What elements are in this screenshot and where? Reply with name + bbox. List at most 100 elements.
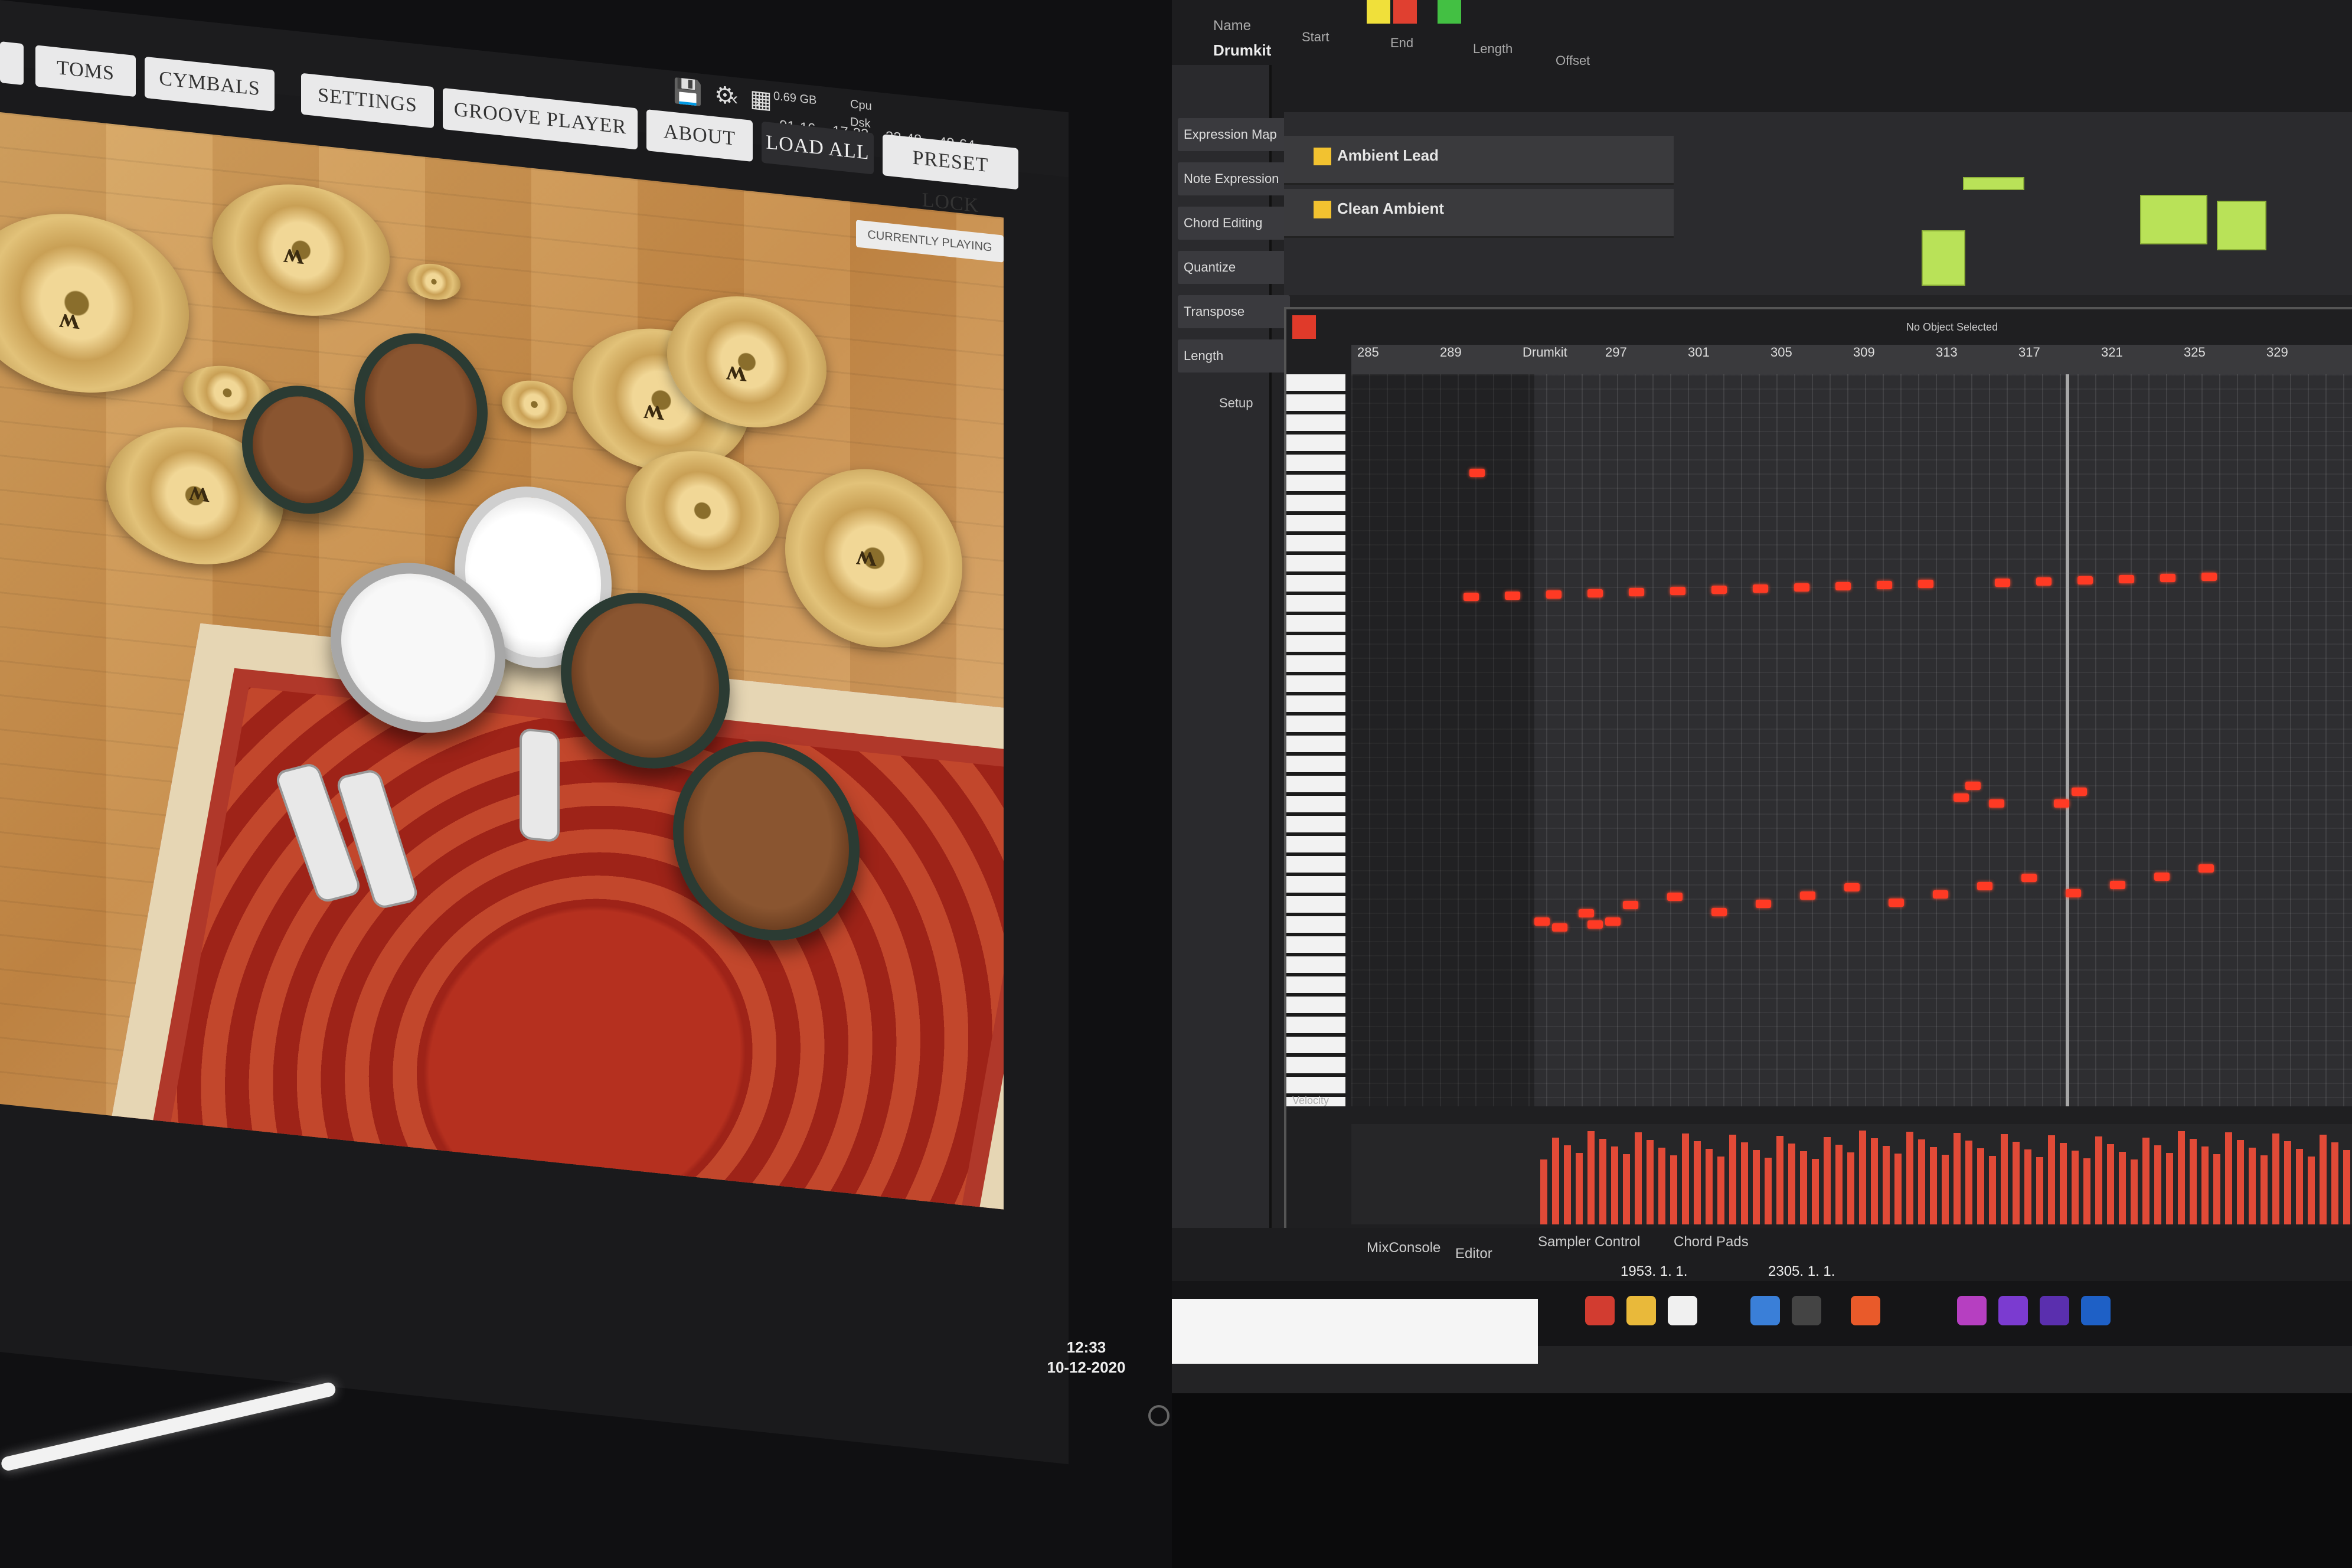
velocity-bar[interactable] xyxy=(2272,1133,2279,1224)
velocity-bar[interactable] xyxy=(1635,1132,1642,1224)
midi-note[interactable] xyxy=(2160,574,2175,582)
velocity-bar[interactable] xyxy=(1623,1154,1630,1224)
midi-note[interactable] xyxy=(1629,588,1644,596)
midi-note[interactable] xyxy=(1794,583,1809,592)
midi-note[interactable] xyxy=(1670,587,1685,595)
midi-note[interactable] xyxy=(1667,893,1683,901)
velocity-bar[interactable] xyxy=(1741,1142,1748,1224)
velocity-bar[interactable] xyxy=(1694,1141,1701,1224)
midi-note[interactable] xyxy=(2199,864,2214,873)
velocity-bar[interactable] xyxy=(2119,1152,2126,1224)
velocity-bar[interactable] xyxy=(1847,1152,1854,1224)
velocity-bar[interactable] xyxy=(1824,1137,1831,1224)
velocity-bar[interactable] xyxy=(2024,1149,2031,1224)
midi-note[interactable] xyxy=(1933,890,1948,899)
velocity-bar[interactable] xyxy=(1800,1151,1807,1224)
velocity-bar[interactable] xyxy=(1682,1133,1689,1224)
velocity-bar[interactable] xyxy=(2190,1139,2197,1224)
tab-partial[interactable] xyxy=(0,41,24,86)
page-prev-icon[interactable]: ‹ xyxy=(732,89,738,109)
velocity-bar[interactable] xyxy=(2320,1135,2327,1224)
velocity-bar[interactable] xyxy=(2154,1145,2161,1224)
velocity-bar[interactable] xyxy=(1965,1141,1972,1224)
rack-tom-1[interactable] xyxy=(354,326,488,486)
velocity-bar[interactable] xyxy=(2060,1143,2067,1224)
page-next-icon[interactable]: › xyxy=(756,92,762,112)
kick-pedal[interactable] xyxy=(520,727,560,843)
midi-part[interactable] xyxy=(1922,230,1965,286)
velocity-bar[interactable] xyxy=(2237,1140,2244,1224)
velocity-bar[interactable] xyxy=(2331,1142,2338,1224)
track-row[interactable]: Ambient Lead xyxy=(1284,136,1674,185)
app-icon[interactable] xyxy=(1792,1296,1821,1325)
midi-note[interactable] xyxy=(1954,793,1969,802)
velocity-bar[interactable] xyxy=(1883,1146,1890,1224)
velocity-bar[interactable] xyxy=(1611,1146,1618,1224)
velocity-bar[interactable] xyxy=(2142,1138,2150,1224)
midi-note[interactable] xyxy=(2119,575,2134,583)
midi-note[interactable] xyxy=(2077,576,2093,584)
velocity-bar[interactable] xyxy=(2296,1149,2303,1224)
velocity-bar[interactable] xyxy=(2166,1153,2173,1224)
midi-note[interactable] xyxy=(1889,899,1904,907)
power-button-icon[interactable] xyxy=(1148,1405,1170,1426)
midi-note[interactable] xyxy=(1505,592,1520,600)
velocity-bar[interactable] xyxy=(1753,1150,1760,1224)
velocity-bar[interactable] xyxy=(1918,1139,1925,1224)
tab-sampler-control[interactable]: Sampler Control xyxy=(1538,1234,1640,1250)
midi-note[interactable] xyxy=(1587,920,1603,929)
velocity-bar[interactable] xyxy=(1587,1131,1595,1224)
record-mode-button[interactable] xyxy=(1367,0,1390,24)
velocity-bar[interactable] xyxy=(1812,1159,1819,1224)
midi-note[interactable] xyxy=(1835,582,1851,590)
app-icon[interactable] xyxy=(2081,1296,2111,1325)
velocity-bar[interactable] xyxy=(2284,1141,2291,1224)
midi-note[interactable] xyxy=(1711,586,1727,594)
midi-note[interactable] xyxy=(1579,909,1594,917)
velocity-bar[interactable] xyxy=(2083,1158,2090,1224)
midi-note[interactable] xyxy=(2072,788,2087,796)
midi-note[interactable] xyxy=(1800,891,1815,900)
velocity-bar[interactable] xyxy=(1540,1159,1547,1224)
inspector-length[interactable]: Length xyxy=(1178,339,1290,373)
midi-note[interactable] xyxy=(2054,799,2069,808)
midi-part[interactable] xyxy=(2217,201,2266,250)
midi-note[interactable] xyxy=(1844,883,1860,891)
velocity-bar[interactable] xyxy=(2260,1155,2268,1224)
monitor-button[interactable] xyxy=(1393,0,1417,24)
tab-chord-pads[interactable]: Chord Pads xyxy=(1674,1234,1749,1250)
midi-part[interactable] xyxy=(2140,195,2207,244)
tab-editor[interactable]: Editor xyxy=(1455,1246,1492,1262)
velocity-bar[interactable] xyxy=(2001,1134,2008,1224)
tab-mixconsole[interactable]: MixConsole xyxy=(1367,1240,1440,1256)
setup-link[interactable]: Setup xyxy=(1219,396,1253,411)
midi-note[interactable] xyxy=(2066,889,2081,897)
notepad-icon[interactable] xyxy=(1668,1296,1697,1325)
midi-note[interactable] xyxy=(1753,584,1768,593)
taskbar-search-input[interactable] xyxy=(1172,1299,1538,1364)
inspector-note-expression[interactable]: Note Expression xyxy=(1178,162,1290,195)
midi-part[interactable] xyxy=(1963,177,2024,190)
midi-note[interactable] xyxy=(1756,900,1771,908)
midi-note[interactable] xyxy=(1965,782,1981,790)
velocity-lane[interactable] xyxy=(1351,1124,2352,1224)
midi-note[interactable] xyxy=(1711,908,1727,916)
midi-note[interactable] xyxy=(1995,579,2010,587)
velocity-bar[interactable] xyxy=(1989,1156,1996,1224)
track-row[interactable]: Clean Ambient xyxy=(1284,189,1674,238)
velocity-bar[interactable] xyxy=(1647,1140,1654,1224)
crash-cymbal-left[interactable] xyxy=(0,202,189,404)
inspector-expression-map[interactable]: Expression Map xyxy=(1178,118,1290,151)
track-name[interactable]: Clean Ambient xyxy=(1337,200,1444,218)
listen-button[interactable] xyxy=(1438,0,1461,24)
velocity-bar[interactable] xyxy=(1906,1132,1913,1224)
velocity-bar[interactable] xyxy=(2048,1135,2055,1224)
velocity-bar[interactable] xyxy=(2036,1157,2043,1224)
midi-note[interactable] xyxy=(1623,901,1638,909)
midi-note[interactable] xyxy=(2036,577,2052,586)
app-icon[interactable] xyxy=(2040,1296,2069,1325)
midi-note[interactable] xyxy=(2110,881,2125,889)
chrome-icon[interactable] xyxy=(1585,1296,1615,1325)
velocity-bar[interactable] xyxy=(2225,1132,2232,1224)
small-splash-cymbal[interactable] xyxy=(502,377,567,432)
